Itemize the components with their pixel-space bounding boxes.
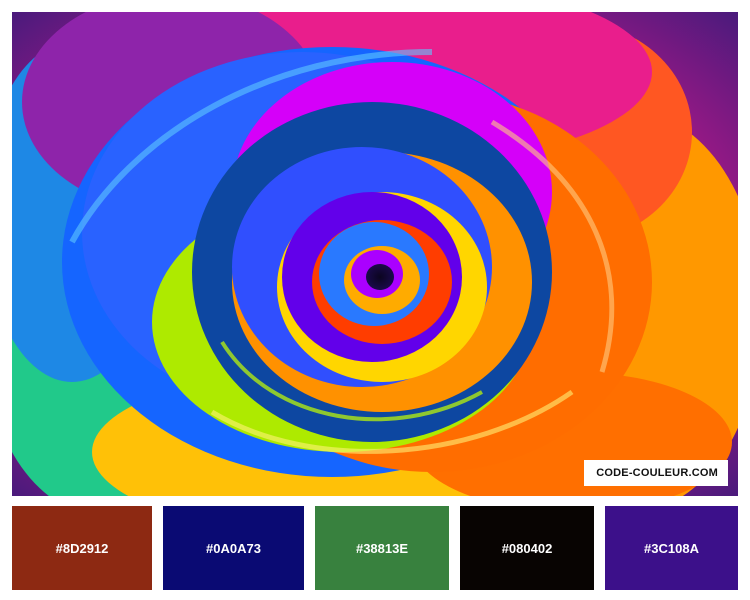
- swatch-4-hex: #080402: [501, 540, 553, 556]
- swatch-3-hex: #38813E: [355, 540, 409, 556]
- watermark-label: CODE-COULEUR.COM: [584, 460, 728, 486]
- swatch-2[interactable]: #0A0A73: [163, 506, 304, 590]
- rainbow-rose-image: [12, 12, 738, 496]
- swatch-2-hex: #0A0A73: [206, 540, 261, 556]
- swatch-1-hex: #8D2912: [55, 540, 109, 556]
- swatch-5-hex: #3C108A: [644, 540, 699, 556]
- rose-photo: CODE-COULEUR.COM: [12, 12, 738, 496]
- swatch-5[interactable]: #3C108A: [605, 506, 738, 590]
- swatch-1[interactable]: #8D2912: [12, 506, 152, 590]
- swatch-3[interactable]: #38813E: [315, 506, 449, 590]
- swatch-4[interactable]: #080402: [460, 506, 594, 590]
- color-palette: #8D2912 #0A0A73 #38813E #080402 #3C108A: [12, 506, 738, 590]
